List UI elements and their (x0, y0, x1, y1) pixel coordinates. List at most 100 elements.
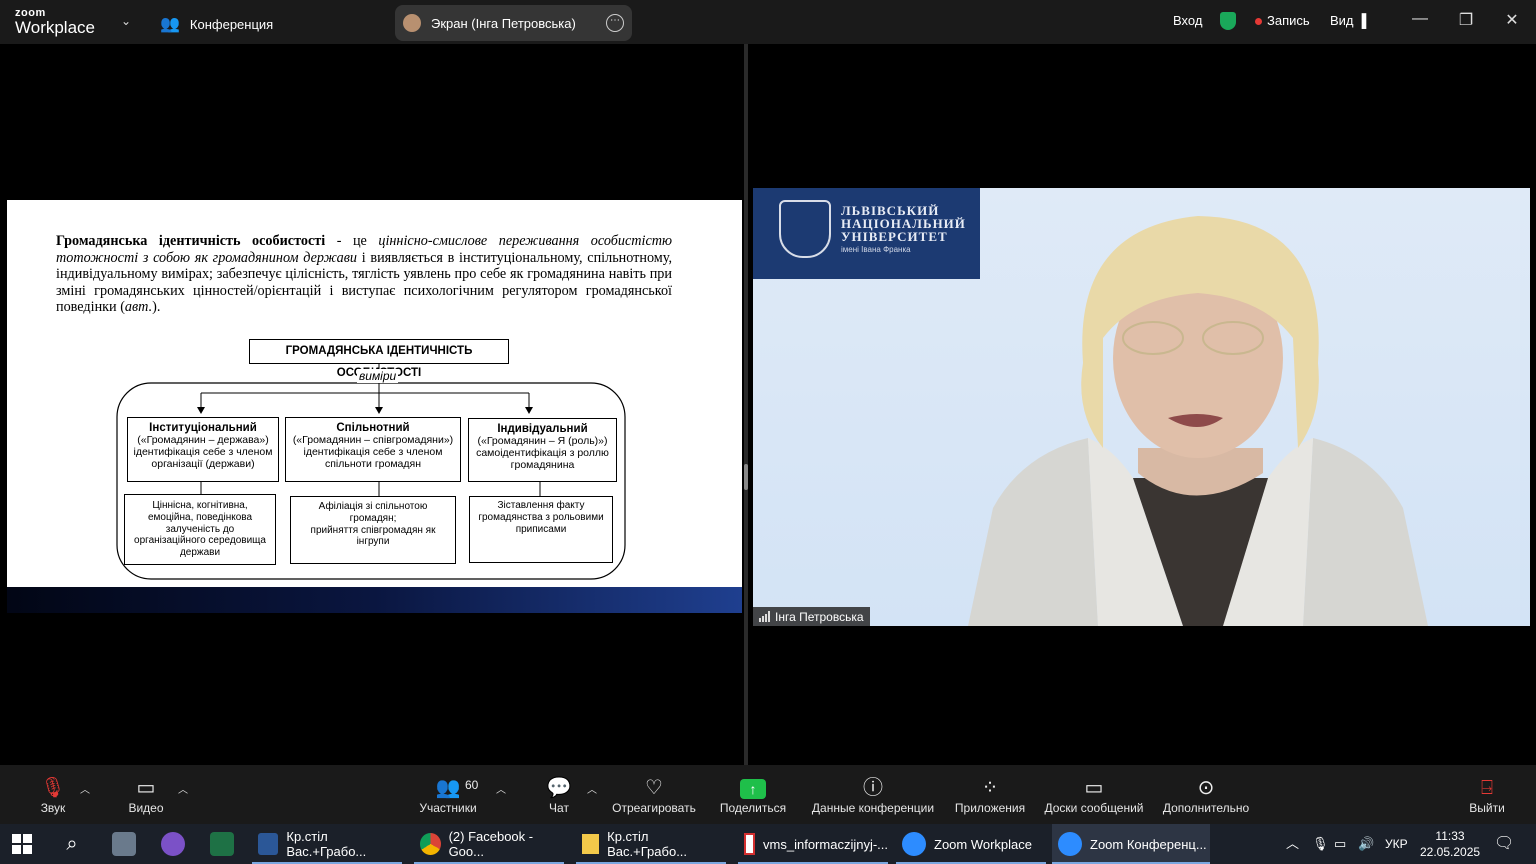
slide-footer-band (7, 587, 742, 613)
clock-time: 11:33 (1435, 829, 1465, 843)
login-button[interactable]: Вход (1173, 13, 1202, 28)
apps-label: Приложения (954, 801, 1026, 815)
chevron-down-icon[interactable]: ⌄ (121, 14, 131, 28)
dimension-line: спільноти громадян (324, 458, 422, 470)
microphone-tray-icon[interactable]: 🎙 (1312, 824, 1329, 864)
participant-name-tag: Інга Петровська (753, 607, 870, 626)
volume-icon[interactable]: 🔊 (1358, 824, 1374, 864)
video-options-chevron-up-icon[interactable]: ︿ (178, 781, 188, 796)
dimension-line: («Громадянин – держава») (137, 434, 269, 446)
restore-icon[interactable]: ❐ (1451, 10, 1481, 30)
taskbar-item-word[interactable]: Кр.стіл Вас.+Грабо... (252, 824, 402, 864)
windows-start-icon[interactable] (12, 834, 32, 854)
taskbar-item-label: (2) Facebook - Goo... (448, 829, 534, 859)
record-dot-icon (1255, 18, 1262, 26)
taskbar-item-chrome[interactable]: (2) Facebook - Goo... (414, 824, 564, 864)
search-icon[interactable]: ⌕ (60, 832, 84, 856)
apps-button[interactable]: ⁘ Приложения (950, 775, 1030, 815)
heart-icon: ♡ (645, 777, 663, 799)
chat-button[interactable]: 💬 Чат (540, 775, 578, 815)
react-label: Отреагировать (612, 801, 696, 815)
minimize-icon[interactable]: — (1405, 10, 1435, 28)
file-icon (582, 834, 600, 854)
dimension-title: Спільнотний (336, 422, 410, 434)
component-box-community: Афіліація зі спільнотою громадян; прийня… (290, 496, 456, 564)
viber-icon[interactable] (161, 832, 185, 856)
dimension-box-institutional: Інституціональний («Громадянин – держава… (127, 417, 279, 482)
dimension-line: ідентифікація себе з членом (303, 446, 443, 458)
avatar (403, 14, 421, 32)
word-icon (258, 833, 279, 855)
whiteboards-button[interactable]: ▭ Доски сообщений (1040, 775, 1148, 815)
conference-menu[interactable]: 👥 Конференция (160, 14, 273, 34)
audio-label: Звук (40, 801, 66, 815)
component-box-institutional: Ціннісна, когнітивна, емоційна, поведінк… (124, 494, 276, 565)
component-line: Зіставлення факту (497, 500, 585, 511)
component-line: інгрупи (356, 536, 390, 548)
meeting-info-label: Данные конференции (811, 801, 935, 815)
title-bar: zoom Workplace ⌄ 👥 Конференция Экран (Ін… (0, 0, 1536, 44)
encryption-shield-icon[interactable] (1220, 12, 1236, 33)
microphone-muted-icon: 🎙 (40, 777, 66, 799)
close-icon[interactable]: ✕ (1497, 10, 1527, 30)
record-indicator[interactable]: Запись (1255, 13, 1310, 28)
dimension-line: («Громадянин – Я (роль)») (477, 435, 608, 447)
meeting-toolbar: 🎙 Звук ︿ ▭ Видео ︿ 👥 Участники 60 ︿ 💬 Ча… (0, 765, 1536, 824)
whiteboards-label: Доски сообщений (1044, 801, 1144, 815)
divider-handle[interactable] (744, 464, 748, 490)
conference-label: Конференция (189, 16, 274, 32)
apps-grid-icon: ⁘ (981, 777, 999, 799)
component-line: організаційного середовища (134, 535, 266, 547)
zoom-icon (902, 832, 926, 856)
taskbar-item-zoom-meeting[interactable]: Zoom Конференц... (1052, 824, 1210, 864)
participant-video[interactable]: ЛЬВІВСЬКИЙ НАЦІОНАЛЬНИЙ УНІВЕРСИТЕТ імен… (753, 188, 1530, 626)
leave-door-icon: ⍈ (1481, 777, 1493, 799)
chat-chevron-up-icon[interactable]: ︿ (587, 781, 597, 796)
tray-chevron-up-icon[interactable]: ︿ (1286, 824, 1299, 864)
share-label: Поделиться (719, 801, 787, 815)
pdf-icon (744, 833, 756, 855)
network-icon[interactable]: ▭ (1334, 824, 1346, 864)
participant-name: Інга Петровська (775, 609, 864, 624)
notifications-icon[interactable]: 🗨 (1494, 824, 1514, 864)
chat-bubble-icon: 💬 (546, 777, 572, 799)
participants-group-icon: 👥 (160, 16, 180, 33)
view-button[interactable]: Вид ▐ (1330, 13, 1366, 28)
excel-icon[interactable] (210, 832, 234, 856)
input-language[interactable]: УКР (1385, 824, 1408, 864)
zoom-logo: zoom Workplace (15, 8, 95, 37)
split-divider[interactable] (744, 44, 748, 765)
audio-options-chevron-up-icon[interactable]: ︿ (80, 781, 90, 796)
video-button[interactable]: ▭ Видео (120, 775, 172, 815)
more-label: Дополнительно (1162, 801, 1250, 815)
dimension-line: («Громадянин – співгромадяни») (292, 434, 454, 446)
taskbar-item-label: Zoom Конференц... (1090, 836, 1207, 852)
view-layout-icon: ▐ (1357, 13, 1367, 28)
clock-date: 22.05.2025 (1420, 845, 1481, 859)
taskbar-item-pdf[interactable]: vms_informaczijnyj-... (738, 824, 888, 864)
dimension-line: організації (держави) (151, 458, 255, 470)
meeting-info-button[interactable]: ⓘ Данные конференции (808, 775, 938, 815)
video-camera-icon: ▭ (136, 777, 156, 799)
participants-label: Участники (419, 801, 477, 815)
taskbar-item-folder[interactable]: Кр.стіл Вас.+Грабо... (576, 824, 726, 864)
share-button[interactable]: ↑ Поделиться (716, 775, 790, 815)
taskbar-item-label: Кр.стіл Вас.+Грабо... (607, 829, 688, 859)
leave-label: Выйти (1469, 801, 1505, 815)
component-line: громадянства з рольовими (478, 511, 604, 523)
taskbar-item-zoom-workplace[interactable]: Zoom Workplace (896, 824, 1046, 864)
dimensions-label: виміри (357, 369, 399, 383)
leave-button[interactable]: ⍈ Выйти (1464, 775, 1510, 815)
shared-slide: Громадянська ідентичність особистості - … (7, 200, 742, 587)
more-options-icon[interactable]: ⋯ (606, 14, 624, 32)
chat-label: Чат (549, 801, 569, 815)
clock[interactable]: 11:33 22.05.2025 (1420, 824, 1480, 864)
participants-chevron-up-icon[interactable]: ︿ (496, 781, 506, 796)
windows-taskbar: ⌕ Кр.стіл Вас.+Грабо... (2) Facebook - G… (0, 824, 1536, 864)
screen-share-pill[interactable]: Экран (Інга Петровська) ⋯ (395, 5, 632, 41)
audio-button[interactable]: 🎙 Звук (30, 775, 76, 815)
taskbar-item-label: Кр.стіл Вас.+Грабо... (286, 829, 367, 859)
calculator-icon[interactable] (112, 832, 136, 856)
react-button[interactable]: ♡ Отреагировать (608, 775, 700, 815)
more-button[interactable]: ⊙ Дополнительно (1158, 775, 1254, 815)
